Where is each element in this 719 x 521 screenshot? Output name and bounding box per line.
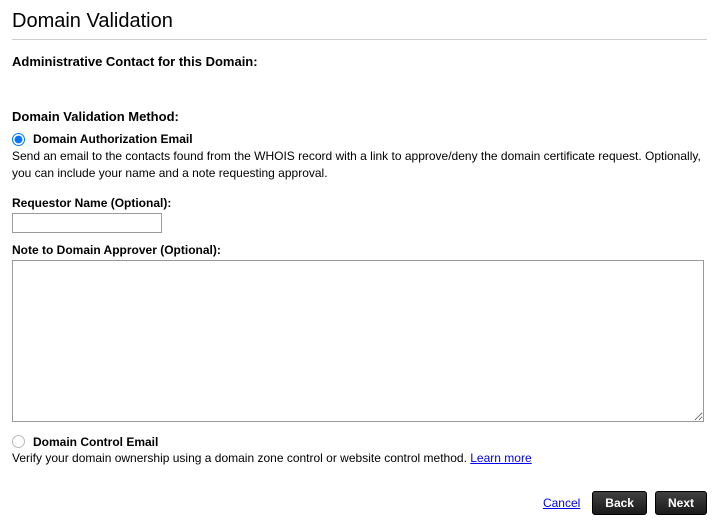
requestor-name-input[interactable] xyxy=(12,213,162,233)
radio-control-email[interactable] xyxy=(12,435,25,448)
radio-auth-email-desc: Send an email to the contacts found from… xyxy=(12,148,707,182)
note-label: Note to Domain Approver (Optional): xyxy=(12,243,707,257)
method-option-auth-email: Domain Authorization Email Send an email… xyxy=(12,132,707,182)
note-textarea[interactable] xyxy=(12,260,704,422)
back-button[interactable]: Back xyxy=(592,491,647,515)
admin-contact-heading: Administrative Contact for this Domain: xyxy=(12,54,707,69)
cancel-link[interactable]: Cancel xyxy=(543,496,580,510)
learn-more-link[interactable]: Learn more xyxy=(470,451,531,465)
radio-auth-email[interactable] xyxy=(12,133,25,146)
next-button[interactable]: Next xyxy=(655,491,707,515)
button-row: Cancel Back Next xyxy=(543,491,707,515)
radio-auth-email-label: Domain Authorization Email xyxy=(33,132,193,146)
method-option-control-email: Domain Control Email Verify your domain … xyxy=(12,435,707,465)
method-heading: Domain Validation Method: xyxy=(12,109,707,124)
requestor-name-label: Requestor Name (Optional): xyxy=(12,196,707,210)
radio-control-email-desc: Verify your domain ownership using a dom… xyxy=(12,451,707,465)
page-title: Domain Validation xyxy=(12,10,707,40)
radio-control-email-label: Domain Control Email xyxy=(33,435,158,449)
